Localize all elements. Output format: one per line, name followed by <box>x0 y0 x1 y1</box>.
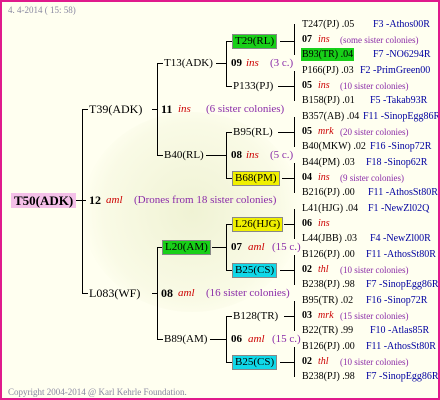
g4-2-dam[interactable]: F11 -SinopEgg86R <box>363 110 438 123</box>
g4-3-dam2[interactable]: F11 -AthosSt80R <box>368 186 438 199</box>
gen2-c-colony[interactable]: L20(AM) <box>162 240 211 255</box>
g4-0-sire[interactable]: T247(PJ) .05 <box>302 18 354 31</box>
g4-3-num: 04 <box>302 172 312 183</box>
g4-2-sire2[interactable]: B40(MKW) .02 <box>302 140 366 153</box>
g4-6-dam[interactable]: F16 -Sinop72R <box>366 294 427 307</box>
g4-7-dam2[interactable]: F7 -SinopEgg86R <box>366 370 438 383</box>
g4-3-race: ins <box>318 172 330 183</box>
g4-0-dam2[interactable]: F7 -NO6294R <box>373 48 431 61</box>
gen2-b-colony[interactable]: B40(RL) <box>164 149 204 162</box>
g4-1-sire2[interactable]: B158(PJ) .01 <box>302 94 355 107</box>
g4-5-sire2[interactable]: B238(PJ) .98 <box>302 278 355 291</box>
g4-6-race: mrk <box>318 310 334 321</box>
gen2-b-num: 08 <box>231 149 242 161</box>
g4-4-dam[interactable]: F1 -NewZl02Q <box>368 202 429 215</box>
dam-colony[interactable]: L083(WF) <box>89 287 140 300</box>
gen2-b-note: (5 c.) <box>270 149 294 161</box>
g4-0-dam[interactable]: F3 -Athos00R <box>373 18 430 31</box>
gen2-d-colony[interactable]: B89(AM) <box>164 333 207 346</box>
g4-5-sire[interactable]: B126(PJ) .00 <box>302 248 355 261</box>
dam-num: 08 <box>161 286 173 300</box>
g4-5-note: (10 sister colonies) <box>340 265 409 275</box>
root-race: aml <box>106 194 123 206</box>
g4-6-num: 03 <box>302 310 312 321</box>
sire-race: ins <box>178 103 191 115</box>
g4-1-race: ins <box>318 80 330 91</box>
g4-7-sire[interactable]: B126(PJ) .00 <box>302 340 355 353</box>
g4-5-dam[interactable]: F11 -AthosSt80R <box>366 248 436 261</box>
g4-4-sire[interactable]: L41(HJG) .04 <box>302 202 358 215</box>
gen2-c-note: (15 c.) <box>272 241 301 253</box>
g4-4-num: 06 <box>302 218 312 229</box>
g4-2-sire[interactable]: B357(AB) .04 <box>302 110 359 123</box>
g4-7-num: 02 <box>302 356 312 367</box>
g4-4-dam2[interactable]: F4 -NewZl00R <box>370 232 431 245</box>
pedigree-panel: 4. 4-2014 ( 15: 58) T50(ADK) 12 aml (Dro… <box>0 0 440 400</box>
watermark <box>82 112 302 312</box>
g4-0-note: (some sister colonies) <box>340 35 419 45</box>
g4-5-race: thl <box>318 264 329 275</box>
g4-1-dam2[interactable]: F5 -Takab93R <box>370 94 427 107</box>
g4-0-sire2[interactable]: B93(TR) .04 <box>301 48 355 61</box>
g4-1-sire[interactable]: P166(PJ) .03 <box>302 64 354 77</box>
g4-2-note: (20 sister colonies) <box>340 127 409 137</box>
date-stamp: 4. 4-2014 ( 15: 58) <box>8 5 76 15</box>
sire-num: 11 <box>161 102 173 116</box>
g4-7-dam[interactable]: F11 -AthosSt80R <box>366 340 436 353</box>
g4-4-sire2[interactable]: L44(JBB) .03 <box>302 232 357 245</box>
dam-race: aml <box>178 287 195 299</box>
gen2-d-race: aml <box>248 333 265 345</box>
g4-5-num: 02 <box>302 264 312 275</box>
g4-3-sire2[interactable]: B216(PJ) .00 <box>302 186 355 199</box>
gen3-d1-colony[interactable]: B128(TR) <box>233 310 278 323</box>
g4-3-dam[interactable]: F18 -Sinop62R <box>366 156 427 169</box>
g4-0-race: ins <box>318 34 330 45</box>
g4-2-num: 05 <box>302 126 312 137</box>
gen3-d2-colony[interactable]: B25(CS) <box>232 355 278 370</box>
g4-3-sire[interactable]: B44(PM) .03 <box>302 156 355 169</box>
g4-7-race: thl <box>318 356 329 367</box>
g4-2-race: mrk <box>318 126 334 137</box>
gen3-b2-colony[interactable]: B68(PM) <box>232 171 280 186</box>
g4-1-note: (10 sister colonies) <box>340 81 409 91</box>
gen2-a-note: (3 c.) <box>270 57 294 69</box>
g4-6-dam2[interactable]: F10 -Atlas85R <box>370 324 429 337</box>
gen3-c1-colony[interactable]: L26(HJG) <box>232 217 284 232</box>
gen3-a1-colony[interactable]: T29(RL) <box>232 34 278 49</box>
gen3-b1-colony[interactable]: B95(RL) <box>233 126 273 139</box>
gen2-c-num: 07 <box>231 241 242 253</box>
dam-note: (16 sister colonies) <box>206 287 290 299</box>
gen2-a-race: ins <box>246 57 259 69</box>
gen2-d-num: 06 <box>231 333 242 345</box>
sire-note: (6 sister colonies) <box>206 103 285 115</box>
sire-colony[interactable]: T39(ADK) <box>89 103 142 116</box>
root-num: 12 <box>89 193 101 207</box>
copyright: Copyright 2004-2014 @ Karl Kehrle Founda… <box>8 387 187 397</box>
g4-5-dam2[interactable]: F7 -SinopEgg86R <box>366 278 438 291</box>
gen2-c-race: aml <box>248 241 265 253</box>
g4-1-dam[interactable]: F2 -PrimGreen00 <box>360 64 430 77</box>
gen3-a2-colony[interactable]: P133(PJ) <box>233 80 273 93</box>
g4-6-sire[interactable]: B95(TR) .02 <box>302 294 353 307</box>
root-colony[interactable]: T50(ADK) <box>11 193 77 208</box>
gen2-a-num: 09 <box>231 57 242 69</box>
g4-7-note: (10 sister colonies) <box>340 357 409 367</box>
gen3-c2-colony[interactable]: B25(CS) <box>232 263 278 278</box>
root-note: (Drones from 18 sister colonies) <box>134 194 277 206</box>
g4-0-num: 07 <box>302 34 312 45</box>
g4-6-note: (15 sister colonies) <box>340 311 409 321</box>
g4-1-num: 05 <box>302 80 312 91</box>
gen2-a-colony[interactable]: T13(ADK) <box>164 57 213 70</box>
gen2-b-race: ins <box>246 149 259 161</box>
g4-7-sire2[interactable]: B238(PJ) .98 <box>302 370 355 383</box>
g4-3-note: (9 sister colonies) <box>340 173 404 183</box>
g4-6-sire2[interactable]: B22(TR) .99 <box>302 324 353 337</box>
gen2-d-note: (15 c.) <box>272 333 301 345</box>
g4-2-dam2[interactable]: F16 -Sinop72R <box>370 140 431 153</box>
g4-4-race: ins <box>318 218 330 229</box>
